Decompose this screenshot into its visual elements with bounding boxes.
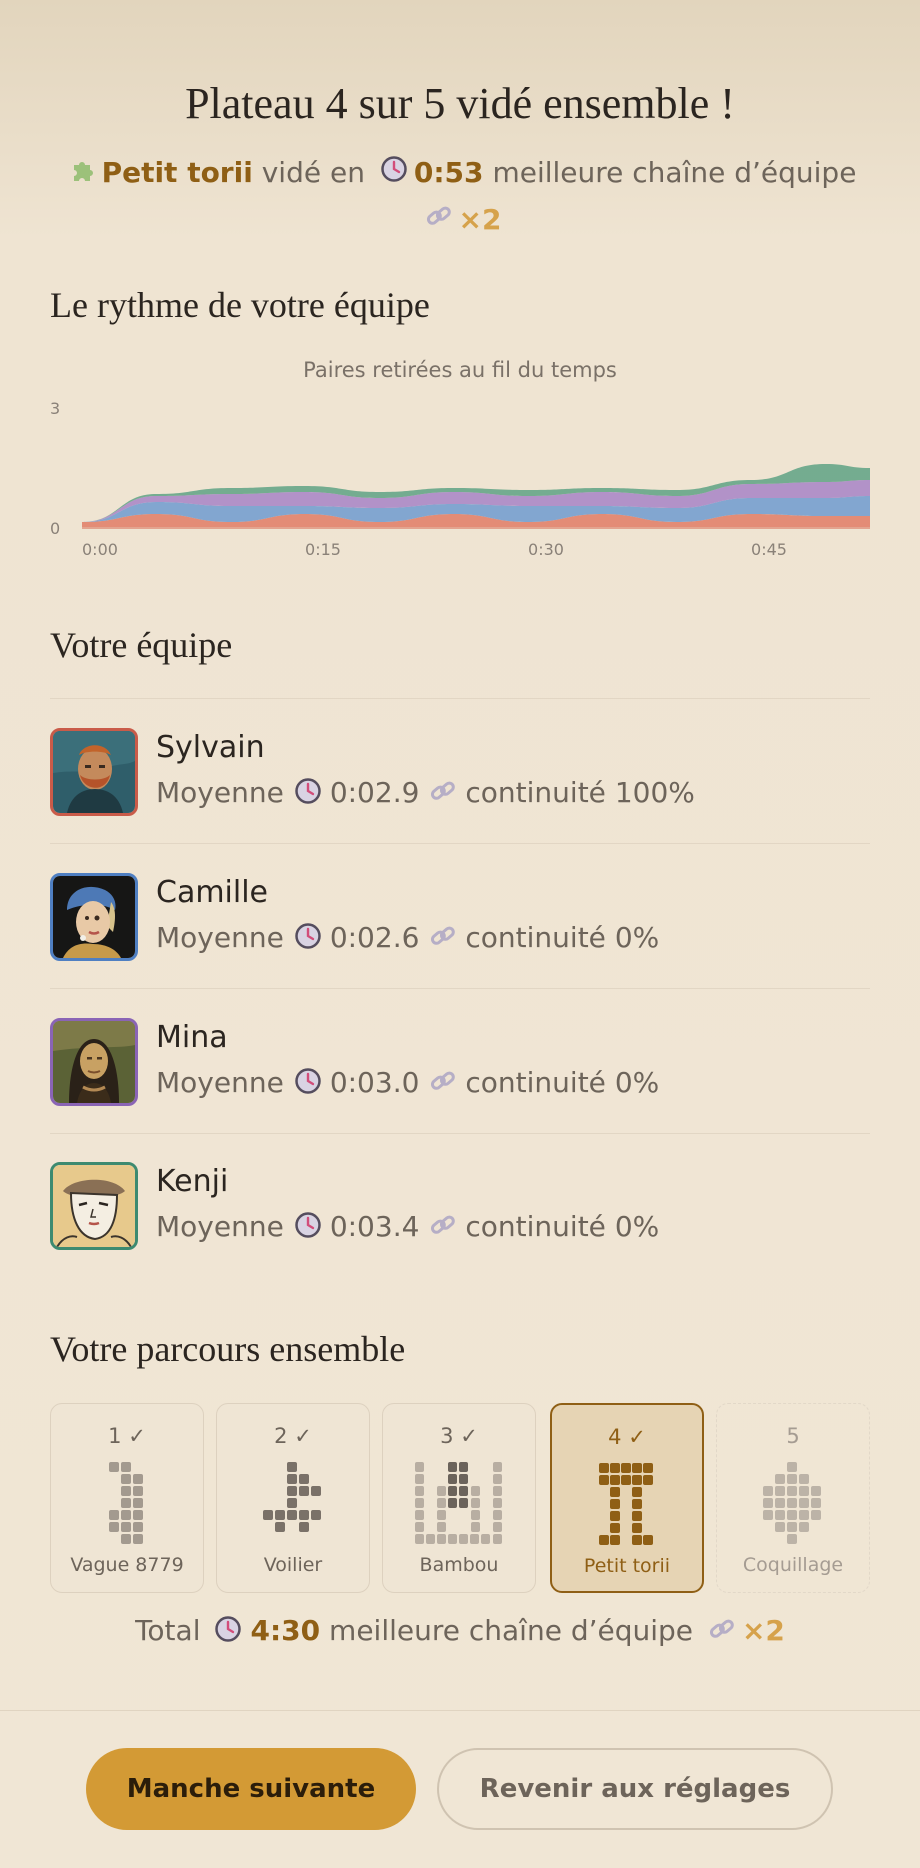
continuity: continuité 100% <box>465 776 695 809</box>
chart-title: Paires retirées au fil du temps <box>303 358 617 382</box>
average-label: Moyenne <box>156 921 284 954</box>
next-round-button[interactable]: Manche suivante <box>86 1748 416 1830</box>
member-name: Sylvain <box>156 730 265 765</box>
rhythm-heading: Le rythme de votre équipe <box>50 285 430 325</box>
wave-tile-art <box>109 1462 143 1544</box>
level-name: Vague 8779 <box>70 1554 184 1576</box>
team-member-row: Mina Moyenne 0:03.0 continuité 0% <box>50 1018 870 1118</box>
member-name: Kenji <box>156 1164 229 1199</box>
level-name: Petit torii <box>583 1555 671 1577</box>
level-number: 1 ✓ <box>108 1424 146 1448</box>
avatar <box>50 728 138 816</box>
puzzle-name: Petit torii <box>101 156 253 189</box>
level-number: 4 ✓ <box>608 1425 646 1449</box>
sailboat-tile-art <box>263 1462 321 1532</box>
back-to-settings-button[interactable]: Revenir aux réglages <box>437 1748 833 1830</box>
chain-link-icon <box>425 198 453 244</box>
cleared-in-label: vidé en <box>261 156 365 189</box>
divider <box>50 1133 870 1134</box>
chain-link-icon <box>429 1211 457 1246</box>
level-card-1[interactable]: 1 ✓ Vague 8779 <box>50 1403 204 1593</box>
journey-heading: Votre parcours ensemble <box>50 1329 406 1369</box>
clock-icon <box>294 1067 322 1102</box>
clock-icon <box>294 922 322 957</box>
bamboo-tile-art <box>415 1462 502 1544</box>
chain-link-icon <box>708 1615 736 1650</box>
avatar <box>50 873 138 961</box>
clock-icon <box>214 1615 242 1650</box>
best-chain-value: ×2 <box>458 203 502 236</box>
average-label: Moyenne <box>156 1066 284 1099</box>
team-member-row: Sylvain Moyenne 0:02.9 continuité 100% <box>50 728 870 828</box>
total-label: Total <box>135 1614 201 1647</box>
team-heading: Votre équipe <box>50 625 233 665</box>
avatar <box>50 1018 138 1106</box>
x-tick-label: 0:00 <box>82 540 118 559</box>
x-tick-label: 0:30 <box>528 540 564 559</box>
continuity: continuité 0% <box>465 1066 660 1099</box>
level-number: 5 <box>786 1424 800 1448</box>
chain-link-icon <box>429 777 457 812</box>
round-time: 0:53 <box>413 156 484 189</box>
level-card-4[interactable]: 4 ✓ Petit torii <box>550 1403 704 1593</box>
average-time: 0:02.9 <box>329 776 420 809</box>
average-time: 0:02.6 <box>329 921 420 954</box>
level-card-2[interactable]: 2 ✓ Voilier <box>216 1403 370 1593</box>
torii-tile-art <box>599 1463 653 1545</box>
level-number: 3 ✓ <box>440 1424 478 1448</box>
round-summary-screen: Plateau 4 sur 5 vidé ensemble ! Petit to… <box>0 0 920 1868</box>
rhythm-chart: 0 3 0:00 0:15 0:30 0:45 <box>50 399 870 559</box>
best-chain-label: meilleure chaîne d’équipe <box>492 156 857 189</box>
y-tick-label: 3 <box>50 399 60 418</box>
member-stats: Moyenne 0:02.9 continuité 100% <box>156 776 695 812</box>
y-tick-label: 0 <box>50 519 60 538</box>
continuity: continuité 0% <box>465 921 660 954</box>
level-card-3[interactable]: 3 ✓ Bambou <box>382 1403 536 1593</box>
total-summary: Total 4:30 meilleure chaîne d’équipe ×2 <box>0 1614 920 1650</box>
divider <box>50 988 870 989</box>
clock-icon <box>294 777 322 812</box>
divider <box>50 698 870 699</box>
clock-icon <box>294 1211 322 1246</box>
divider <box>50 843 870 844</box>
footer-divider <box>0 1710 920 1711</box>
level-name: Bambou <box>419 1554 499 1576</box>
member-name: Camille <box>156 875 269 910</box>
team-member-row: Kenji Moyenne 0:03.4 continuité 0% <box>50 1162 870 1262</box>
level-name: Voilier <box>263 1554 323 1576</box>
total-best-chain: ×2 <box>741 1614 785 1647</box>
level-number: 2 ✓ <box>274 1424 312 1448</box>
continuity: continuité 0% <box>465 1210 660 1243</box>
total-time: 4:30 <box>250 1614 321 1647</box>
level-name: Coquillage <box>742 1554 844 1576</box>
chain-link-icon <box>429 1067 457 1102</box>
x-tick-label: 0:45 <box>751 540 787 559</box>
average-label: Moyenne <box>156 1210 284 1243</box>
average-time: 0:03.0 <box>329 1066 420 1099</box>
average-label: Moyenne <box>156 776 284 809</box>
member-name: Mina <box>156 1020 228 1055</box>
chain-link-icon <box>429 922 457 957</box>
x-tick-label: 0:15 <box>305 540 341 559</box>
member-stats: Moyenne 0:03.0 continuité 0% <box>156 1066 659 1102</box>
member-stats: Moyenne 0:03.4 continuité 0% <box>156 1210 659 1246</box>
level-progress: 1 ✓ Vague 8779 2 ✓ Voilier 3 ✓ Bambou 4 … <box>50 1403 870 1593</box>
shell-tile-art <box>763 1462 821 1544</box>
best-chain-label: meilleure chaîne d’équipe <box>329 1614 694 1647</box>
average-time: 0:03.4 <box>329 1210 420 1243</box>
round-summary-line: Petit torii vidé en 0:53 meilleure chaîn… <box>0 150 920 244</box>
puzzle-icon <box>70 151 96 197</box>
clock-icon <box>380 151 408 197</box>
member-stats: Moyenne 0:02.6 continuité 0% <box>156 921 659 957</box>
page-title: Plateau 4 sur 5 vidé ensemble ! <box>185 79 735 128</box>
level-card-5: 5 Coquillage <box>716 1403 870 1593</box>
team-member-row: Camille Moyenne 0:02.6 continuité 0% <box>50 873 870 973</box>
avatar <box>50 1162 138 1250</box>
